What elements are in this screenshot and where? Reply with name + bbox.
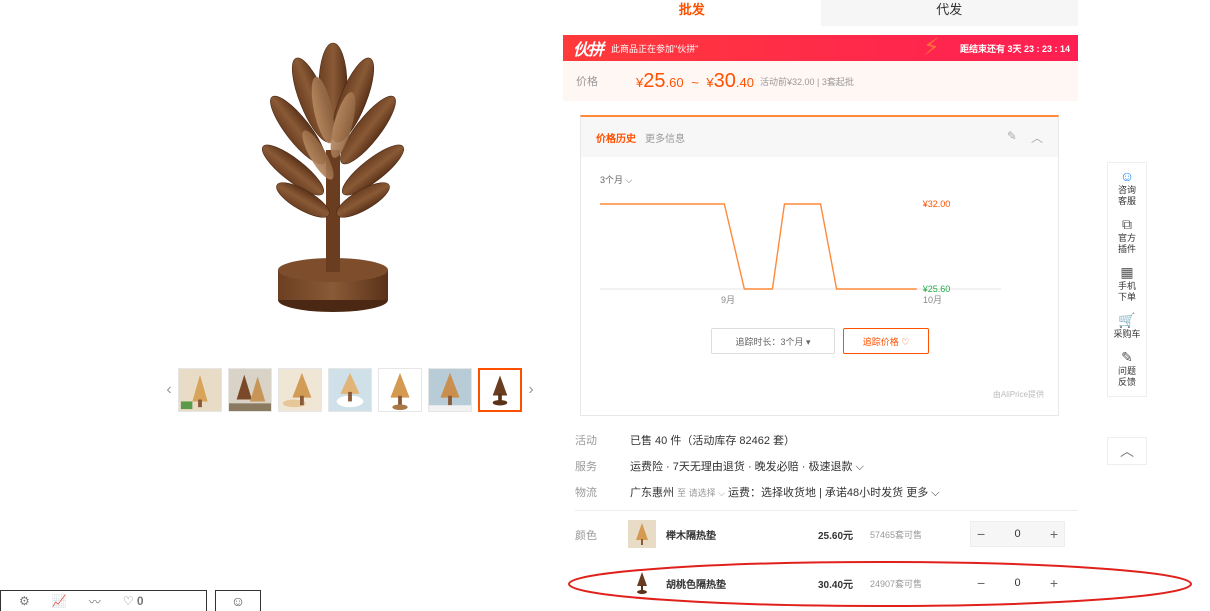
increment-button[interactable]: +	[1050, 526, 1058, 542]
price-history-actions: ✎ ︿	[1007, 129, 1043, 146]
edit-icon[interactable]: ✎	[1007, 129, 1017, 146]
price-range: ¥25.60 ~ ¥30.40	[636, 70, 754, 93]
y-label-low: ¥25.60	[922, 284, 951, 294]
tab-price-history[interactable]: 价格历史	[596, 130, 636, 145]
tab-wholesale[interactable]: 批发	[563, 0, 821, 26]
sidebar-label: 手机下单	[1117, 281, 1136, 302]
sidebar-label: 咨询客服	[1117, 185, 1136, 206]
lightning-icon: ⚡	[923, 34, 940, 61]
price-history-chart: ¥32.00 ¥25.60 9月 10月	[600, 199, 1001, 305]
sku-stock: 57465套可售	[870, 529, 923, 540]
right-toolbar: ☺ 咨询客服 ⧉ 官方插件 ▦ 手机下单 🛒 采购车 ✎ 问题反馈	[1107, 162, 1147, 397]
quantity-value[interactable]: 0	[1014, 528, 1020, 540]
y-label-high: ¥32.00	[922, 199, 951, 209]
track-price-button[interactable]: 追踪价格 ♡	[843, 328, 929, 354]
price-history-header: 价格历史 更多信息	[581, 117, 1058, 157]
color-label: 颜色	[575, 530, 597, 542]
logistics-from: 广东惠州	[630, 487, 674, 499]
tab-dropship[interactable]: 代发	[820, 0, 1078, 26]
heart-count: 0	[136, 594, 144, 608]
promo-logo: 伙拼	[573, 42, 604, 59]
chevron-up-icon: ︿	[1120, 443, 1134, 459]
thumbnail-3[interactable]	[278, 368, 322, 412]
price-separator: ~	[691, 74, 699, 90]
sidebar-label: 官方插件	[1117, 233, 1136, 254]
service-row: 服务 运费险 · 7天无理由退货 · 晚发必赔 · 极速退款 ⌵	[575, 456, 864, 476]
thumbnail-1[interactable]	[178, 368, 222, 412]
group-buy-promo-banner: 伙拼 此商品正在参加"伙拼" ⚡ 距结束还有 3天 23 : 23 : 14	[563, 35, 1078, 61]
price-history-panel: 价格历史 更多信息 ✎ ︿ 3个月 ⌵ ¥32.00 ¥25.60 9月 10月…	[580, 115, 1059, 416]
thumb-next-arrow-icon[interactable]: ›	[525, 370, 537, 410]
price-label: 价格	[576, 76, 598, 88]
thumbnail-4[interactable]	[328, 368, 372, 412]
sidebar-item-cart[interactable]: 🛒 采购车	[1113, 311, 1140, 340]
sidebar-item-feedback[interactable]: ✎ 问题反馈	[1117, 348, 1137, 388]
sidebar-item-mobile-order[interactable]: ▦ 手机下单	[1117, 263, 1137, 303]
feedback-icon: ✎	[1121, 349, 1133, 365]
thumbnail-2[interactable]	[228, 368, 272, 412]
currency-symbol: ¥	[706, 74, 714, 90]
data-source-text: 由AliPrice提供	[992, 390, 1044, 399]
bottom-extension-button[interactable]: ☺	[215, 590, 261, 611]
service-label: 服务	[575, 461, 597, 473]
price-low-dec: .60	[665, 74, 684, 90]
activity-row: 活动 已售 40 件（活动库存 82462 套）	[575, 430, 795, 450]
thumbnail-6[interactable]	[428, 368, 472, 412]
trend-chart-icon[interactable]: 📈	[52, 594, 67, 608]
chat-icon: ☺	[1119, 168, 1135, 184]
qr-code-icon: ▦	[1120, 264, 1134, 280]
purchase-mode-tabs: 批发 代发	[563, 0, 1078, 26]
price-row: 价格 ¥25.60 ~ ¥30.40 活动前¥32.00 | 3套起批	[563, 61, 1078, 101]
x-tick-label-sep: 9月	[721, 295, 735, 305]
decrement-button[interactable]: −	[977, 526, 985, 542]
price-series-line	[600, 203, 917, 290]
promo-text: 此商品正在参加"伙拼"	[611, 43, 699, 54]
divider	[575, 510, 1078, 511]
logistics-row: 物流 广东惠州 至 请选择 ⌵ 运费：选择收货地 | 承诺48小时发货 更多 ⌵	[575, 482, 940, 502]
annotation-ellipse	[568, 561, 1192, 607]
thumbnail-5[interactable]	[378, 368, 422, 412]
sidebar-label: 问题反馈	[1117, 366, 1136, 387]
sidebar-item-customer-service[interactable]: ☺ 咨询客服	[1117, 167, 1137, 207]
sku-name: 榉木隔热垫	[666, 530, 716, 542]
activity-value: 已售 40 件（活动库存 82462 套）	[630, 435, 796, 447]
logistics-label: 物流	[575, 487, 597, 499]
sku-row: 榉木隔热垫 25.60元 57465套可售 − 0 +	[628, 519, 1068, 549]
price-note: 活动前¥32.00 | 3套起批	[759, 76, 854, 87]
price-high-int: 30	[713, 69, 736, 92]
back-to-top-button[interactable]: ︿	[1107, 437, 1147, 465]
service-value[interactable]: 运费险 · 7天无理由退货 · 晚发必赔 · 极速退款 ⌵	[630, 458, 864, 474]
cart-icon: 🛒	[1118, 312, 1136, 328]
thumbnail-strip: ‹ ›	[163, 366, 537, 414]
heart-counter[interactable]: ♡ 0	[123, 594, 144, 608]
destination-select[interactable]: 至 请选择 ⌵	[677, 488, 725, 498]
price-wave-icon[interactable]: 〰	[89, 593, 101, 610]
tab-more-info[interactable]: 更多信息	[645, 130, 685, 145]
track-duration-select[interactable]: 追踪时长：3个月 ▾	[711, 328, 835, 354]
logistics-value: 广东惠州 至 请选择 ⌵ 运费：选择收货地 | 承诺48小时发货 更多 ⌵	[630, 484, 940, 500]
sku-thumbnail	[628, 520, 656, 548]
gear-icon[interactable]: ⚙	[19, 594, 30, 608]
promo-countdown: 距结束还有 3天 23 : 23 : 14	[959, 43, 1070, 54]
quantity-stepper: − 0 +	[970, 521, 1065, 547]
smile-icon: ☺	[230, 593, 246, 609]
logistics-rest[interactable]: 运费：选择收货地 | 承诺48小时发货 更多 ⌵	[728, 487, 940, 499]
main-product-image[interactable]	[238, 30, 428, 330]
puzzle-icon: ⧉	[1122, 216, 1132, 232]
collapse-icon[interactable]: ︿	[1031, 129, 1043, 146]
x-tick-label-oct: 10月	[923, 295, 942, 305]
price-high-dec: .40	[735, 74, 754, 90]
activity-label: 活动	[575, 435, 597, 447]
sku-price: 25.60元	[818, 530, 854, 542]
thumbnail-7-selected[interactable]	[478, 368, 522, 412]
sidebar-item-plugin[interactable]: ⧉ 官方插件	[1117, 215, 1137, 255]
sidebar-label: 采购车	[1113, 329, 1141, 339]
bottom-extension-toolbar: ⚙ 📈 〰 ♡ 0	[0, 590, 207, 611]
thumb-prev-arrow-icon[interactable]: ‹	[163, 370, 175, 410]
price-low-int: 25	[643, 69, 666, 92]
